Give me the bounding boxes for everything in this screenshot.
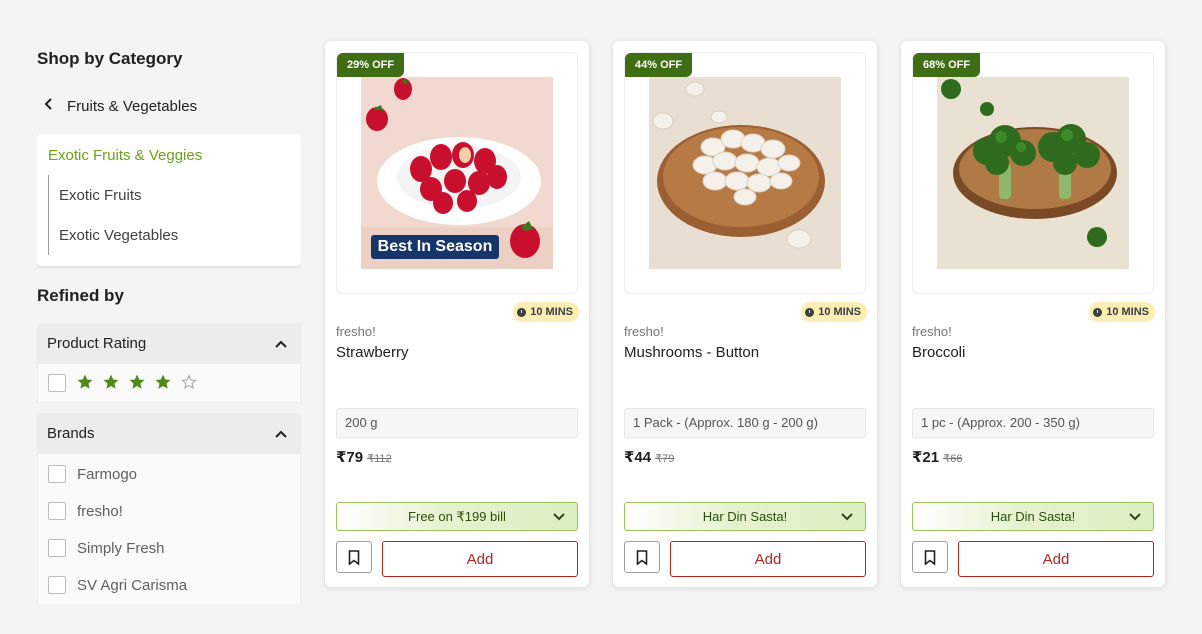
sidebar: Shop by Category Fruits & Vegetables Exo…	[37, 0, 301, 604]
brand-label: Simply Fresh	[77, 539, 165, 557]
star-filled-icon	[77, 374, 93, 389]
filter-brands-label: Brands	[47, 425, 95, 442]
delivery-eta-badge: 10 MINS	[801, 302, 867, 322]
price-row: ₹21 ₹66	[912, 448, 962, 466]
product-name[interactable]: Mushrooms - Button	[624, 344, 759, 361]
offer-label: Free on ₹199 bill	[408, 508, 506, 524]
bookmark-icon	[636, 549, 648, 565]
brand-option-simply-fresh[interactable]: Simply Fresh	[48, 538, 165, 558]
mrp-price: ₹112	[367, 453, 392, 465]
product-brand: fresho!	[624, 324, 664, 339]
chevron-up-icon	[275, 340, 287, 348]
product-name[interactable]: Broccoli	[912, 344, 965, 361]
product-card-strawberry[interactable]: 29% OFF Best In Season 10 MINS fresho! S…	[325, 41, 589, 587]
save-for-later-button[interactable]	[912, 541, 948, 573]
clock-icon	[517, 307, 527, 317]
brand-label: Farmogo	[77, 465, 138, 483]
subcategory-list: Exotic Fruits Exotic Vegetables	[48, 175, 288, 255]
best-in-season-label: Best In Season	[377, 238, 493, 255]
product-image-box[interactable]: 68% OFF	[912, 52, 1154, 294]
eta-label: 10 MINS	[818, 306, 861, 318]
eta-label: 10 MINS	[1106, 306, 1149, 318]
filter-product-rating-header[interactable]: Product Rating	[37, 323, 301, 364]
offer-label: Har Din Sasta!	[702, 509, 788, 524]
star-empty-icon	[181, 374, 197, 390]
star-filled-icon	[103, 374, 119, 389]
brand-checkbox[interactable]	[48, 502, 66, 520]
brand-checkbox[interactable]	[48, 465, 66, 483]
mushrooms-image	[649, 77, 841, 269]
star-filled-icon	[129, 374, 145, 389]
chevron-down-icon	[841, 513, 853, 521]
brand-option-farmogo[interactable]: Farmogo	[48, 464, 137, 484]
shop-by-category-heading: Shop by Category	[37, 49, 183, 68]
bookmark-icon	[924, 549, 936, 565]
product-card-mushrooms[interactable]: 44% OFF 10 MINS fresho! Mushrooms - Butt…	[613, 41, 877, 587]
clock-icon	[805, 307, 815, 317]
mrp-price: ₹66	[943, 453, 963, 465]
discount-badge: 68% OFF	[913, 53, 981, 77]
star-filled-icon	[155, 374, 171, 389]
discount-badge: 29% OFF	[337, 53, 405, 77]
selling-price: ₹21	[912, 449, 940, 466]
chevron-down-icon	[553, 513, 565, 521]
product-image-box[interactable]: 29% OFF Best In Season	[336, 52, 578, 294]
product-brand: fresho!	[336, 324, 376, 339]
save-for-later-button[interactable]	[336, 541, 372, 573]
category-list: Exotic Fruits & Veggies Exotic Fruits Ex…	[37, 134, 301, 266]
filter-brands-body: Farmogo fresho! Simply Fresh SV Agri Car…	[37, 454, 301, 604]
brand-checkbox[interactable]	[48, 539, 66, 557]
offer-dropdown[interactable]: Har Din Sasta!	[912, 502, 1154, 531]
category-active-exotic[interactable]: Exotic Fruits & Veggies	[48, 147, 202, 164]
brand-option-sv-agri-carisma[interactable]: SV Agri Carisma	[48, 575, 187, 595]
price-row: ₹44 ₹79	[624, 448, 674, 466]
mrp-price: ₹79	[655, 453, 675, 465]
filter-product-rating-body	[37, 364, 301, 403]
product-brand: fresho!	[912, 324, 952, 339]
pack-size-select[interactable]: 1 pc - (Approx. 200 - 350 g)	[912, 408, 1154, 438]
brand-label: fresho!	[77, 502, 123, 520]
filter-product-rating-label: Product Rating	[47, 335, 147, 352]
add-to-basket-button[interactable]: Add	[670, 541, 866, 577]
back-category-label: Fruits & Vegetables	[67, 97, 198, 115]
chevron-down-icon	[1129, 513, 1141, 521]
eta-label: 10 MINS	[530, 306, 573, 318]
refined-by-heading: Refined by	[37, 286, 124, 305]
offer-dropdown[interactable]: Har Din Sasta!	[624, 502, 866, 531]
chevron-left-icon	[37, 96, 59, 116]
brand-checkbox[interactable]	[48, 576, 66, 594]
offer-label: Har Din Sasta!	[990, 509, 1076, 524]
brand-label: SV Agri Carisma	[77, 576, 188, 594]
product-name[interactable]: Strawberry	[336, 344, 409, 361]
delivery-eta-badge: 10 MINS	[1089, 302, 1155, 322]
filter-brands-header[interactable]: Brands	[37, 413, 301, 454]
clock-icon	[1093, 307, 1103, 317]
broccoli-image	[937, 77, 1129, 269]
add-to-basket-button[interactable]: Add	[958, 541, 1154, 577]
pack-size-select[interactable]: 1 Pack - (Approx. 180 g - 200 g)	[624, 408, 866, 438]
discount-badge: 44% OFF	[625, 53, 693, 77]
bookmark-icon	[348, 549, 360, 565]
save-for-later-button[interactable]	[624, 541, 660, 573]
brand-option-fresho[interactable]: fresho!	[48, 501, 123, 521]
delivery-eta-badge: 10 MINS	[513, 302, 579, 322]
price-row: ₹79 ₹112	[336, 448, 392, 466]
rating-stars	[76, 373, 198, 391]
back-to-fruits-vegetables[interactable]: Fruits & Vegetables	[37, 96, 197, 116]
rating-checkbox[interactable]	[48, 374, 66, 392]
selling-price: ₹79	[336, 449, 364, 466]
add-to-basket-button[interactable]: Add	[382, 541, 578, 577]
selling-price: ₹44	[624, 449, 652, 466]
offer-dropdown[interactable]: Free on ₹199 bill	[336, 502, 578, 531]
subcategory-exotic-vegetables[interactable]: Exotic Vegetables	[59, 227, 178, 244]
product-image-box[interactable]: 44% OFF	[624, 52, 866, 294]
product-card-broccoli[interactable]: 68% OFF 10 MINS fresho! Broccoli 1 pc -	[901, 41, 1165, 587]
subcategory-exotic-fruits[interactable]: Exotic Fruits	[59, 187, 142, 204]
chevron-up-icon	[275, 430, 287, 438]
pack-size-select[interactable]: 200 g	[336, 408, 578, 438]
